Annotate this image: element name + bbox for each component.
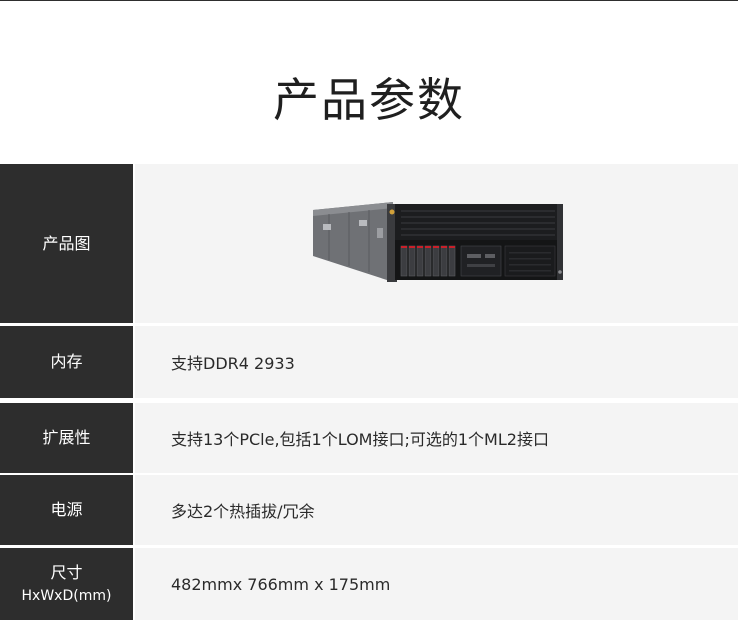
spec-value-power: 多达2个热插拔/冗余 <box>135 475 738 545</box>
page-title: 产品参数 <box>273 73 465 127</box>
spec-row-dimensions: 尺寸 HxWxD(mm) 482mmx 766mm x 175mm <box>0 548 738 620</box>
spec-value-dimensions: 482mmx 766mm x 175mm <box>135 548 738 620</box>
spec-label-product-image: 产品图 <box>0 164 133 323</box>
spec-label-dimensions: 尺寸 HxWxD(mm) <box>0 548 133 620</box>
spec-label-subtext: HxWxD(mm) <box>21 588 112 604</box>
spec-value-text: 支持13个PCle,包括1个LOM接口;可选的1个ML2接口 <box>171 430 549 449</box>
spec-table: 产品图 内存 支持DDR4 2933 扩展性 支持13个PCle,包括1个LOM… <box>0 164 738 625</box>
spec-row-product-image: 产品图 <box>0 164 738 323</box>
spec-value-text: 482mmx 766mm x 175mm <box>171 574 391 594</box>
spec-value-memory: 支持DDR4 2933 <box>135 326 738 398</box>
spec-row-memory: 内存 支持DDR4 2933 <box>0 326 738 398</box>
spec-label-text: 内存 <box>50 352 83 371</box>
spec-value-product-image <box>135 164 738 323</box>
spec-label-text: 扩展性 <box>42 428 91 447</box>
spec-value-expansion: 支持13个PCle,包括1个LOM接口;可选的1个ML2接口 <box>135 403 738 473</box>
spec-label-text: 电源 <box>50 500 83 519</box>
server-product-image <box>312 201 563 282</box>
spec-row-expansion: 扩展性 支持13个PCle,包括1个LOM接口;可选的1个ML2接口 <box>0 403 738 473</box>
top-divider <box>0 0 738 1</box>
spec-label-memory: 内存 <box>0 326 133 398</box>
spec-value-text: 支持DDR4 2933 <box>171 354 295 373</box>
spec-label-expansion: 扩展性 <box>0 403 133 473</box>
spec-label-text: 尺寸 <box>50 563 83 582</box>
spec-label-text: 产品图 <box>42 233 91 253</box>
spec-value-text: 多达2个热插拔/冗余 <box>171 502 315 521</box>
spec-label-power: 电源 <box>0 475 133 545</box>
spec-row-power: 电源 多达2个热插拔/冗余 <box>0 475 738 545</box>
